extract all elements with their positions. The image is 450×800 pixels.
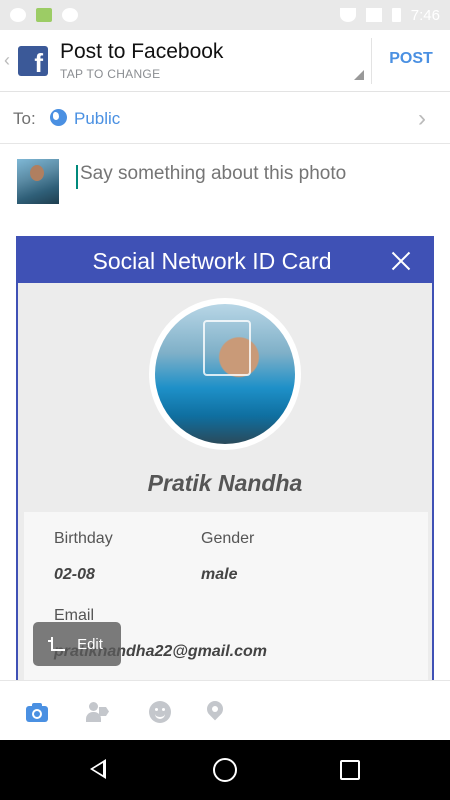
post-button[interactable]: POST [376,50,446,68]
to-label: To: [13,109,36,128]
battery-icon [391,8,401,22]
header-subtitle[interactable]: TAP TO CHANGE [60,67,160,81]
audience-selector[interactable]: To: Public › [0,92,450,144]
card-header: Social Network ID Card [18,238,432,283]
face-detection-box [203,320,251,376]
profile-photo [155,304,295,444]
gender-label: Gender [201,530,255,547]
tag-people-icon[interactable] [86,701,109,723]
audience-value[interactable]: Public [74,109,120,129]
edit-photo-button[interactable]: Edit [33,622,121,666]
back-chevron-icon[interactable]: ‹ [4,50,10,71]
corner-indicator-icon [354,70,364,80]
feeling-icon[interactable] [149,701,171,723]
tag-label [99,707,109,716]
camera-lens [32,709,42,719]
nav-home-icon[interactable] [213,758,237,782]
gender-value: male [201,566,238,583]
birthday-value: 02-08 [54,566,95,583]
text-cursor [76,165,78,189]
caption-input[interactable] [80,163,440,185]
profile-name: Pratik Nandha [147,470,303,496]
header-divider [371,38,372,84]
status-right: 7:46 [339,6,440,24]
location-icon[interactable] [203,697,227,723]
tag-shoulders [86,712,101,722]
avatar [17,159,59,204]
edit-label: Edit [77,635,103,653]
tag-head [89,702,98,711]
whatsapp-icon [10,8,26,22]
globe-icon [50,109,67,126]
app-header: ‹ f Post to Facebook TAP TO CHANGE POST [0,30,450,92]
nav-recents-icon[interactable] [340,760,360,780]
composer-actions [0,680,450,740]
send-icon [36,8,52,22]
card-title: Social Network ID Card [92,248,332,274]
composer [0,144,450,234]
close-icon [390,250,412,272]
profile-photo-ring [149,298,301,450]
photo-attachment: Social Network ID Card Pratik Nandha Bir… [16,236,434,682]
status-time: 7:46 [410,6,440,24]
camera-icon[interactable] [26,701,48,723]
wifi-icon [339,8,356,22]
signal-icon [365,8,382,22]
navigation-bar [0,740,450,800]
birthday-label: Birthday [54,530,113,547]
header-title[interactable]: Post to Facebook [60,40,223,64]
status-bar: 7:46 [0,0,450,30]
status-left [10,8,78,22]
nav-back-icon[interactable] [90,759,106,779]
chevron-right-icon[interactable]: › [418,105,426,133]
location-dot [212,706,218,712]
crop-icon [48,637,66,651]
facebook-logo-icon[interactable]: f [18,46,48,76]
notification-icon [62,8,78,22]
